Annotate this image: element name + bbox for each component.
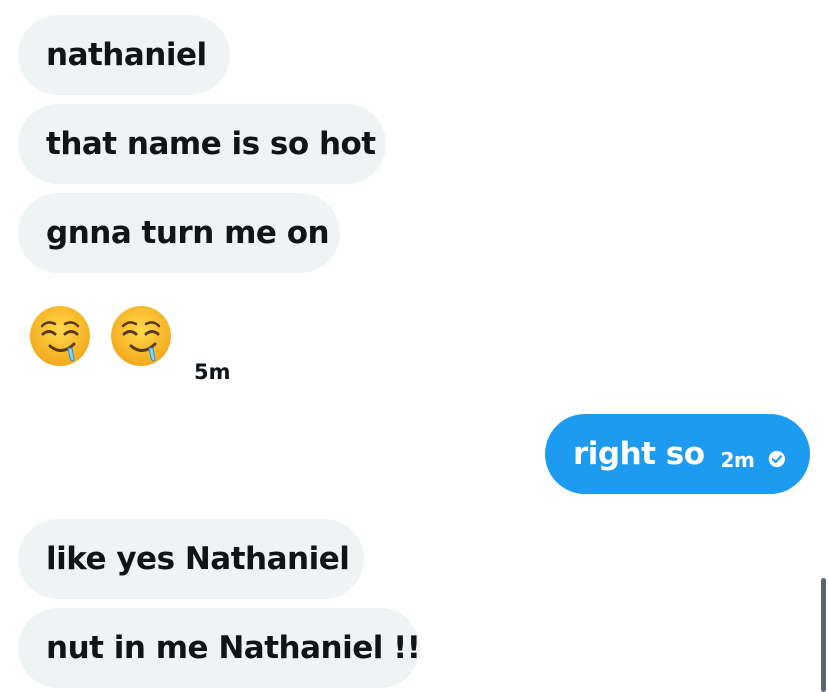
message-text: gnna turn me on: [46, 215, 330, 251]
incoming-message-bubble[interactable]: nut in me Nathaniel !!: [18, 608, 421, 688]
incoming-message-bubble[interactable]: gnna turn me on: [18, 193, 340, 273]
message-text: nut in me Nathaniel !!: [46, 630, 421, 666]
message-text: that name is so hot: [46, 126, 376, 162]
drooling-face-icon[interactable]: [109, 304, 173, 368]
check-circle-icon: [769, 450, 786, 468]
message-text: right so: [573, 436, 705, 472]
outgoing-message-bubble[interactable]: right so 2m: [545, 414, 810, 494]
incoming-message-bubble[interactable]: nathaniel: [18, 15, 230, 95]
incoming-message-bubble[interactable]: that name is so hot: [18, 104, 386, 184]
message-text: nathaniel: [46, 37, 207, 73]
message-timestamp: 2m: [720, 448, 755, 472]
scrollbar[interactable]: [821, 578, 826, 692]
message-text: like yes Nathaniel: [46, 541, 350, 577]
drooling-face-icon[interactable]: [28, 304, 92, 368]
incoming-message-bubble[interactable]: like yes Nathaniel: [18, 519, 364, 599]
message-timestamp: 5m: [194, 360, 231, 384]
